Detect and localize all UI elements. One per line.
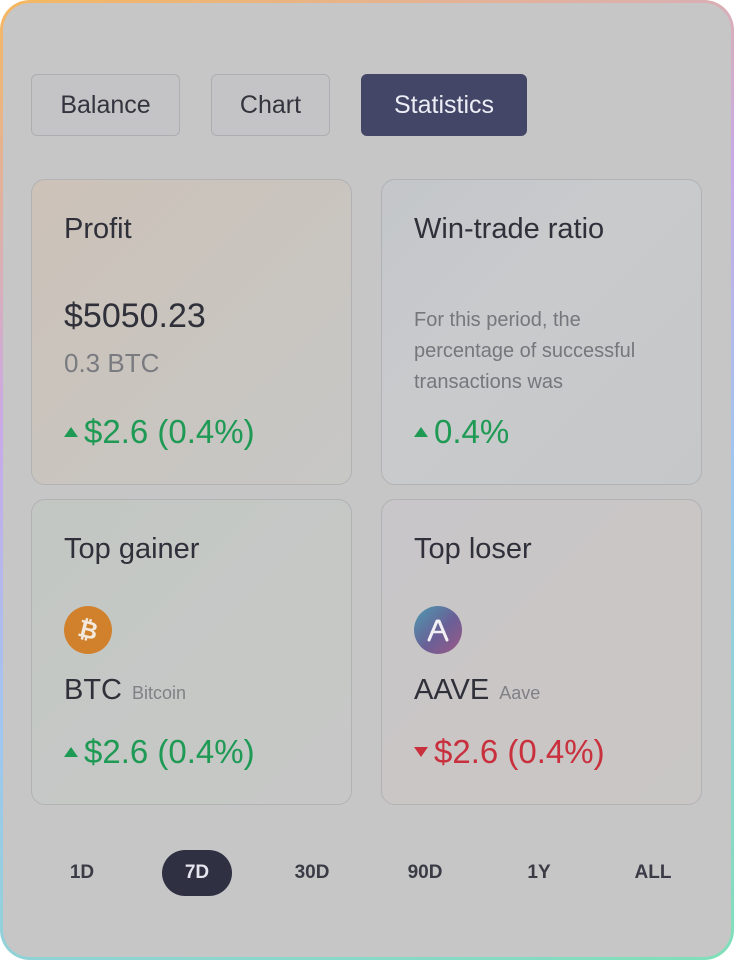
top-loser-symbol: AAVE [414, 674, 490, 706]
statistics-panel: Balance Chart Statistics Profit $5050.23… [3, 3, 731, 957]
top-loser-card: Top loser AAVE Aave $2.6 (0.4%) [381, 499, 702, 805]
top-gainer-title: Top gainer [64, 533, 200, 565]
profit-change: $2.6 (0.4%) [64, 413, 255, 451]
win-trade-ratio-card: Win-trade ratio For this period, the per… [381, 179, 702, 485]
profit-card: Profit $5050.23 0.3 BTC $2.6 (0.4%) [31, 179, 352, 485]
top-gainer-change-value: $2.6 (0.4%) [84, 733, 255, 770]
win-trade-ratio-change: 0.4% [414, 413, 509, 451]
top-gainer-coin: BTC Bitcoin [64, 674, 186, 707]
arrow-up-icon [414, 427, 428, 437]
tab-balance[interactable]: Balance [31, 74, 180, 136]
period-1y[interactable]: 1Y [504, 850, 574, 896]
top-loser-coin: AAVE Aave [414, 674, 540, 707]
period-all[interactable]: ALL [618, 850, 688, 896]
top-gainer-symbol: BTC [64, 674, 122, 706]
win-trade-ratio-title: Win-trade ratio [414, 213, 605, 245]
period-1d[interactable]: 1D [47, 850, 117, 896]
arrow-up-icon [64, 427, 78, 437]
top-loser-change-value: $2.6 (0.4%) [434, 733, 605, 770]
win-trade-ratio-value: 0.4% [434, 413, 510, 450]
widget-frame: Balance Chart Statistics Profit $5050.23… [0, 0, 734, 960]
tab-statistics[interactable]: Statistics [361, 74, 527, 136]
profit-btc-amount: 0.3 BTC [64, 348, 160, 378]
top-loser-change: $2.6 (0.4%) [414, 733, 605, 771]
tab-chart[interactable]: Chart [211, 74, 330, 136]
top-gainer-change: $2.6 (0.4%) [64, 733, 255, 771]
profit-change-value: $2.6 (0.4%) [84, 413, 255, 450]
win-trade-ratio-description: For this period, the percentage of succe… [414, 309, 636, 393]
period-90d[interactable]: 90D [390, 850, 460, 896]
svg-text:₿: ₿ [75, 615, 101, 645]
period-selector: 1D 7D 30D 90D 1Y ALL [31, 850, 708, 896]
period-30d[interactable]: 30D [277, 850, 347, 896]
top-loser-name: Aave [499, 683, 541, 703]
arrow-up-icon [64, 747, 78, 757]
profit-title: Profit [64, 213, 132, 245]
aave-icon [414, 606, 462, 654]
top-gainer-name: Bitcoin [132, 683, 187, 703]
arrow-down-icon [414, 747, 428, 757]
profit-amount: $5050.23 [64, 297, 206, 335]
top-loser-title: Top loser [414, 533, 532, 565]
period-7d[interactable]: 7D [162, 850, 232, 896]
bitcoin-icon: ₿ [64, 606, 112, 654]
top-gainer-card: Top gainer ₿ BTC Bitcoin $2.6 (0.4%) [31, 499, 352, 805]
